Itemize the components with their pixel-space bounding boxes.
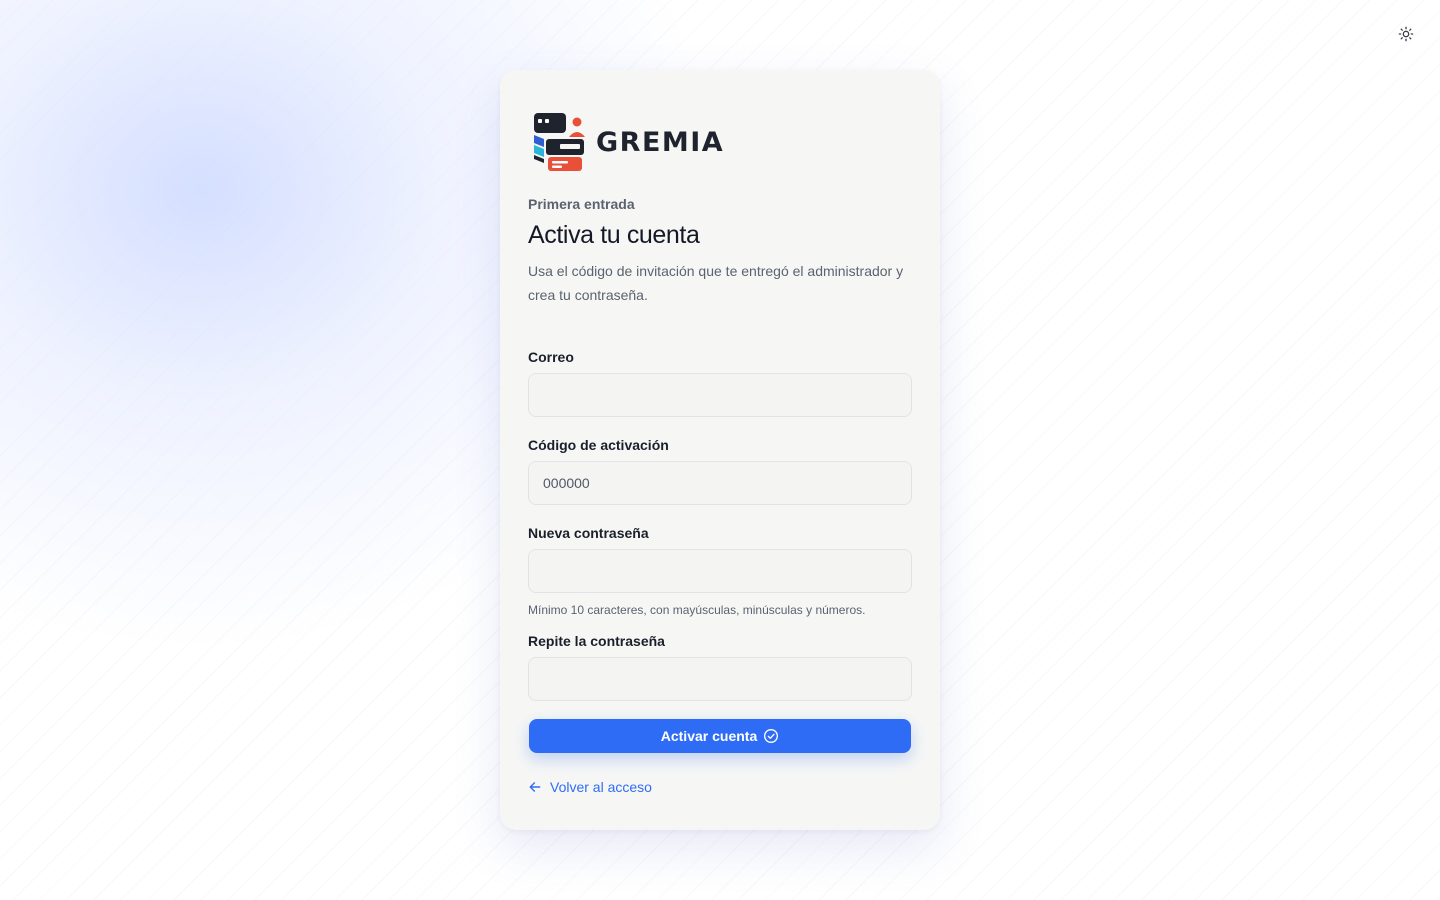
page-title: Activa tu cuenta: [528, 221, 700, 249]
brand-name: GREMIA: [596, 126, 725, 158]
activate-account-label: Activar cuenta: [660, 728, 758, 744]
email-label: Correo: [528, 349, 574, 365]
password-hint: Mínimo 10 caracteres, con mayúsculas, mi…: [528, 603, 866, 617]
arrow-left-icon: [528, 780, 542, 794]
brand: GREMIA: [532, 110, 912, 174]
new-password-input[interactable]: [528, 549, 912, 593]
email-field-group: Correo: [528, 347, 912, 417]
back-to-login-link[interactable]: Volver al acceso: [528, 779, 652, 795]
back-to-login-label: Volver al acceso: [550, 779, 652, 795]
code-field-group: Código de activación: [528, 435, 912, 505]
email-input[interactable]: [528, 373, 912, 417]
activate-account-button[interactable]: Activar cuenta: [529, 719, 911, 753]
check-circle-icon: [763, 728, 779, 744]
page-description: Usa el código de invitación que te entre…: [528, 263, 904, 303]
confirm-password-input[interactable]: [528, 657, 912, 701]
sun-icon: [1398, 26, 1414, 42]
new-password-label: Nueva contraseña: [528, 525, 649, 541]
activation-code-input[interactable]: [528, 461, 912, 505]
theme-toggle-button[interactable]: [1396, 24, 1416, 44]
eyebrow-text: Primera entrada: [528, 196, 635, 212]
activation-form: Correo Código de activación Nueva contra…: [528, 347, 912, 799]
confirm-password-label: Repite la contraseña: [528, 633, 665, 649]
activation-code-label: Código de activación: [528, 437, 669, 453]
new-password-field-group: Nueva contraseña Mínimo 10 caracteres, c…: [528, 523, 912, 617]
gremia-logo-icon: [532, 111, 586, 173]
confirm-password-field-group: Repite la contraseña: [528, 631, 912, 701]
activation-card: GREMIA Primera entrada Activa tu cuenta …: [500, 70, 940, 830]
